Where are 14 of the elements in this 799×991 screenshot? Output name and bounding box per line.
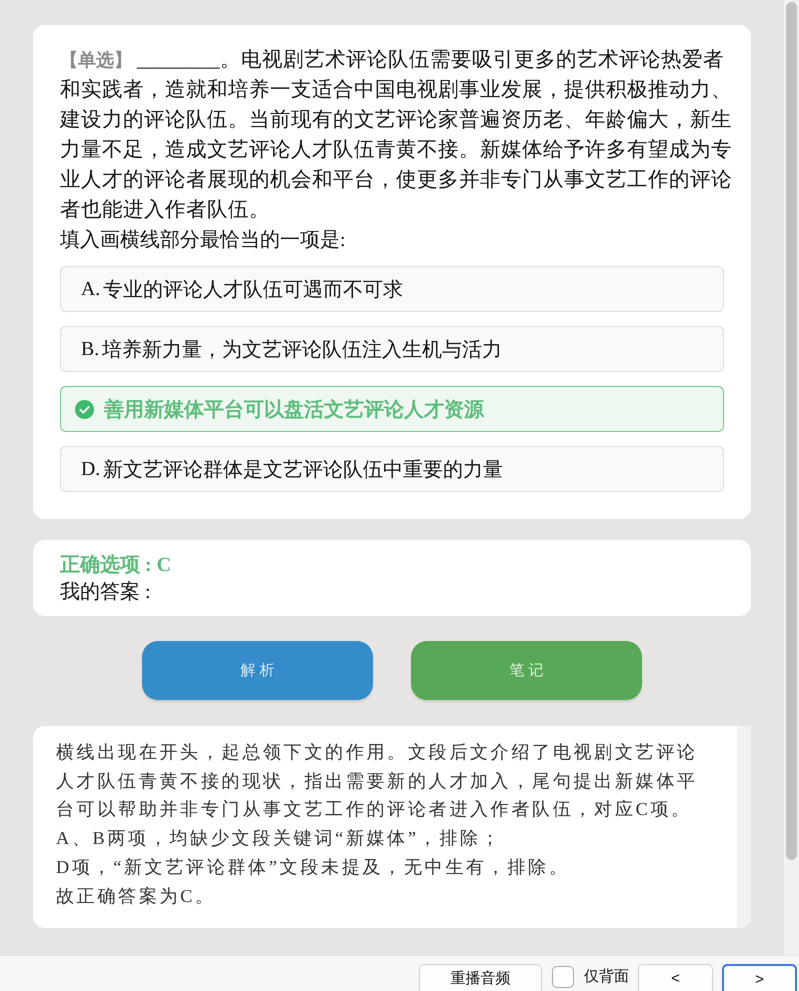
explanation-text: D项，“新文艺评论群体”文段未提及，无中生有，排除。 xyxy=(56,856,570,879)
answer-option[interactable]: D.新文艺评论群体是文艺评论队伍中重要的力量 xyxy=(60,446,724,492)
my-answer-text: 我的答案 : xyxy=(60,580,151,605)
question-prompt: 填入画横线部分最恰当的一项是: xyxy=(60,228,346,253)
answer-option[interactable]: B.培养新力量，为文艺评论队伍注入生机与活力 xyxy=(60,326,724,372)
check-circle-icon xyxy=(75,400,94,418)
answer-option[interactable]: A.专业的评论人才队伍可遇而不可求 xyxy=(60,266,724,312)
explanation-text: 横线出现在开头，起总领下文的作用。文段后文介绍了电视剧文艺评论人才队伍青黄不接的现状，指出需要新的人才加入，尾句提出新媒体平台可以帮助并非专门从事文艺工作的评论者进入作者队伍，对应C项。 xyxy=(56,741,699,822)
explanation-text: A、B两项，均缺少文段关键词“新媒体”，排除； xyxy=(56,827,503,850)
question-text: 【单选】 ________。电视剧艺术评论队伍需要吸引更多的艺术评论热爱者和实践者，造就和培养一支适合中国电视剧事业发展，提供积极推动力、建设力的评论队伍。当前现有的文艺评论家普遍资历老、年龄偏大，新生力量不足，造成文艺评论人才队伍青黄不接。新媒体给予许多有望成为专业人才的评论者展现的机会和平台，使更多并非专门从事文艺工作的评论者也能进入作者队伍。 xyxy=(60,48,733,223)
explanation-text: 故正确答案为C。 xyxy=(56,884,217,908)
correct-answer-text: 正确选项 : C xyxy=(60,553,172,578)
checkbox-label: 仅背面 xyxy=(584,967,629,987)
scrollbar-thumb[interactable] xyxy=(786,2,797,860)
